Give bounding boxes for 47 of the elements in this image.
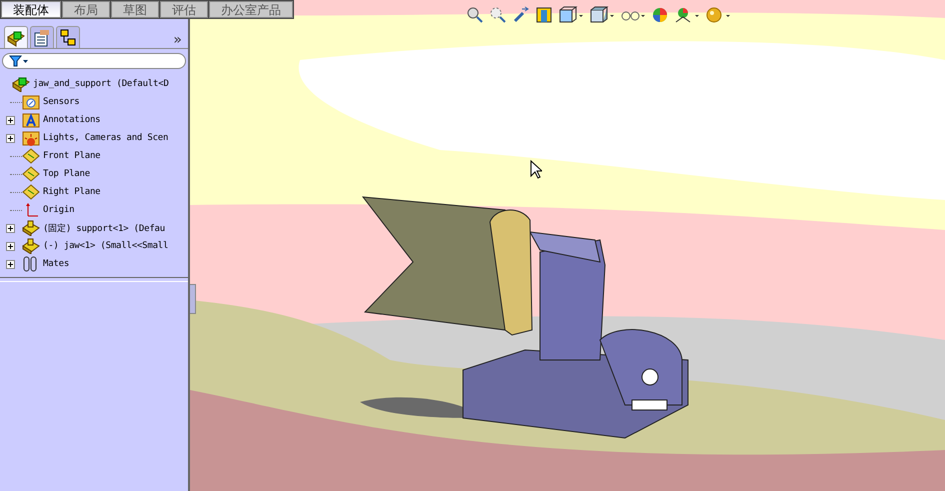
command-tab[interactable]: 布局 <box>62 1 110 18</box>
plane-icon <box>22 184 40 200</box>
expand-icon[interactable] <box>6 242 15 250</box>
zoom-fit-icon[interactable] <box>466 6 484 24</box>
mouse-cursor-icon <box>530 160 542 180</box>
command-tab[interactable]: 装配体 <box>1 1 61 18</box>
tree-item[interactable]: Lights, Cameras and Scen <box>43 133 168 143</box>
command-tab[interactable]: 草图 <box>111 1 159 18</box>
section-view-icon[interactable] <box>535 6 553 24</box>
part-icon <box>22 220 40 236</box>
expand-button[interactable]: » <box>171 32 184 48</box>
config-tab[interactable] <box>56 26 80 48</box>
feature-tree-tab[interactable] <box>4 26 28 48</box>
tree-item[interactable]: Annotations <box>43 115 100 125</box>
expand-icon[interactable] <box>6 224 15 232</box>
cube-display-icon[interactable] <box>589 6 615 24</box>
command-tab[interactable]: 办公室产品 <box>209 1 293 18</box>
filter-field[interactable] <box>2 53 186 69</box>
part-icon <box>22 238 40 254</box>
expand-icon[interactable] <box>6 116 15 124</box>
panel-collapse-handle[interactable] <box>190 284 196 314</box>
tree-item[interactable]: Sensors <box>43 97 80 107</box>
sphere-icon[interactable] <box>705 6 731 24</box>
plane-icon <box>22 166 40 182</box>
scene-icon[interactable] <box>674 6 700 24</box>
zoom-area-icon[interactable] <box>489 6 507 24</box>
command-tab[interactable]: 评估 <box>160 1 208 18</box>
tree-item[interactable]: Front Plane <box>43 151 100 161</box>
appearance-icon[interactable] <box>651 6 669 24</box>
view-orientation-icon[interactable] <box>558 6 584 24</box>
assembly-icon <box>12 76 30 92</box>
tree-item[interactable]: Top Plane <box>43 169 90 179</box>
property-tab[interactable] <box>30 26 54 48</box>
previous-view-icon[interactable] <box>512 6 530 24</box>
expand-icon[interactable] <box>6 134 15 142</box>
tree-item[interactable]: (固定) support<1> (Defau <box>43 222 165 234</box>
tree-item[interactable]: Right Plane <box>43 187 100 197</box>
expand-icon[interactable] <box>6 260 15 268</box>
sensor-folder-icon <box>22 94 40 110</box>
plane-icon <box>22 148 40 164</box>
tree-item[interactable]: (-) jaw<1> (Small<<Small <box>43 241 168 251</box>
filter-icon <box>9 55 29 67</box>
annotation-folder-icon <box>22 112 40 128</box>
lights-folder-icon <box>22 130 40 146</box>
tree-item[interactable]: jaw_and_support (Default<D <box>33 79 169 89</box>
tree-item[interactable]: Origin <box>43 205 74 215</box>
tree-item[interactable]: Mates <box>43 259 70 269</box>
